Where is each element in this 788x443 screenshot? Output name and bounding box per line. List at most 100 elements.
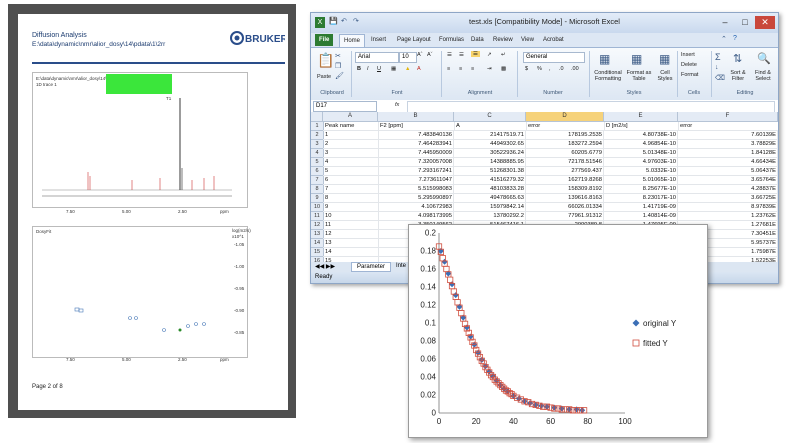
table-cell[interactable]: 5.01065E-10 [604, 176, 678, 185]
conditional-formatting-button[interactable]: Conditional Formatting [593, 70, 623, 82]
align-center-icon[interactable]: ≡ [459, 66, 462, 72]
sheet-tab-parameter[interactable]: Parameter [351, 262, 392, 272]
ribbon-minimize-icon[interactable]: ⌃ [721, 35, 727, 43]
shrink-font-icon[interactable]: Aˇ [427, 52, 433, 58]
align-left-icon[interactable]: ≡ [447, 66, 450, 72]
align-right-icon[interactable]: ≡ [471, 66, 474, 72]
table-cell[interactable]: 158309.8192 [526, 185, 604, 194]
table-cell[interactable]: 72178.51546 [526, 158, 604, 167]
column-header[interactable]: C [454, 112, 526, 122]
table-cell[interactable]: 4.10672983 [378, 203, 454, 212]
table-cell[interactable]: 1 [323, 131, 379, 140]
conditional-formatting-icon[interactable]: ▦ [599, 52, 610, 66]
delete-button[interactable]: Delete [681, 62, 697, 68]
name-box[interactable]: D17 [313, 101, 377, 112]
table-cell[interactable]: 139616.8163 [526, 194, 604, 203]
table-cell[interactable]: 51268301.38 [454, 167, 526, 176]
table-cell[interactable]: 7.320057008 [378, 158, 454, 167]
table-cell[interactable]: 8.23017E-10 [604, 194, 678, 203]
table-cell[interactable]: 5 [323, 167, 379, 176]
currency-icon[interactable]: $ [525, 66, 528, 72]
table-cell[interactable]: 48103833.28 [454, 185, 526, 194]
fill-color-icon[interactable]: ▲ [405, 66, 410, 72]
table-cell[interactable]: 10 [323, 212, 379, 221]
table-cell[interactable]: 4.66434E [678, 158, 778, 167]
table-cell[interactable]: 5.01348E-10 [604, 149, 678, 158]
fx-icon[interactable]: fx [395, 102, 399, 108]
table-cell[interactable]: D [m2/s] [604, 122, 679, 131]
table-cell[interactable]: 1.40814E-09 [604, 212, 678, 221]
find-select-button[interactable]: Find & Select [751, 70, 775, 82]
fill-icon[interactable]: ↓ [715, 64, 719, 71]
paste-button[interactable]: Paste [317, 74, 331, 80]
align-top-icon[interactable]: ☰ [447, 52, 452, 58]
autosum-icon[interactable]: Σ [715, 52, 721, 62]
table-cell[interactable]: 178195.2535 [526, 131, 604, 140]
column-header[interactable]: B [378, 112, 454, 122]
number-format-field[interactable]: General [523, 52, 585, 63]
table-cell[interactable]: 8.25677E-10 [604, 185, 678, 194]
increase-decimal-icon[interactable]: .0 [559, 66, 564, 72]
table-cell[interactable]: 5.515998083 [378, 185, 454, 194]
table-cell[interactable]: 2 [323, 140, 379, 149]
table-cell[interactable]: 3 [323, 149, 379, 158]
maximize-icon[interactable]: □ [735, 16, 755, 29]
clear-icon[interactable]: ⌫ [715, 74, 725, 82]
font-size-field[interactable]: 10 [399, 52, 417, 63]
table-cell[interactable]: 14388885.95 [454, 158, 526, 167]
merge-icon[interactable]: ▩ [501, 66, 506, 72]
sheet-nav-icon[interactable]: ◀◀ ▶▶ [315, 263, 335, 270]
cell-styles-icon[interactable]: ▦ [659, 52, 670, 66]
table-cell[interactable]: 11 [323, 221, 379, 230]
table-cell[interactable]: 4.28837E [678, 185, 778, 194]
table-cell[interactable]: Peak name [323, 122, 379, 131]
tab-insert[interactable]: Insert [367, 34, 390, 46]
table-cell[interactable]: 4.96854E-10 [604, 140, 678, 149]
table-cell[interactable]: 277569.437 [526, 167, 604, 176]
tab-home[interactable]: Home [339, 34, 366, 47]
sheet-tab-integrals[interactable]: Inte [393, 262, 409, 270]
minimize-icon[interactable]: – [715, 16, 735, 29]
tab-review[interactable]: Review [489, 34, 517, 46]
tab-acrobat[interactable]: Acrobat [539, 34, 568, 46]
insert-button[interactable]: Insert [681, 52, 695, 58]
table-cell[interactable]: 1.23762E [678, 212, 778, 221]
table-cell[interactable]: 5.0332E-10 [604, 167, 678, 176]
format-table-button[interactable]: Format as Table [625, 70, 653, 82]
table-cell[interactable]: 7.293167241 [378, 167, 454, 176]
orientation-icon[interactable]: ↗ [487, 52, 492, 58]
column-header[interactable]: E [604, 112, 678, 122]
table-cell[interactable]: 30522936.24 [454, 149, 526, 158]
table-cell[interactable]: 4 [323, 158, 379, 167]
font-color-icon[interactable]: A [417, 66, 421, 72]
paste-icon[interactable]: 📋 [317, 52, 334, 69]
table-cell[interactable]: 14 [323, 248, 379, 257]
comma-icon[interactable]: , [549, 66, 551, 72]
tab-view[interactable]: View [517, 34, 538, 46]
table-cell[interactable]: 9 [323, 203, 379, 212]
tab-formulas[interactable]: Formulas [435, 34, 468, 46]
column-header[interactable]: A [323, 112, 378, 122]
italic-button[interactable]: I [367, 66, 369, 72]
table-cell[interactable]: 66026.01334 [526, 203, 604, 212]
help-icon[interactable]: ? [733, 35, 737, 42]
indent-icon[interactable]: ⇥ [487, 66, 492, 72]
format-table-icon[interactable]: ▦ [631, 52, 642, 66]
table-cell[interactable]: 7.60139E [678, 131, 778, 140]
table-cell[interactable]: 4.098173995 [378, 212, 454, 221]
table-cell[interactable]: 15979842.14 [454, 203, 526, 212]
table-cell[interactable]: 1.84128E [678, 149, 778, 158]
column-header[interactable]: F [678, 112, 778, 122]
table-cell[interactable]: A [454, 122, 527, 131]
tab-page-layout[interactable]: Page Layout [393, 34, 435, 46]
cell-styles-button[interactable]: Cell Styles [655, 70, 675, 82]
scatter-chart[interactable]: 0 0.02 0.04 0.06 0.08 0.1 0.12 0.14 0.16 0.18 0.2 0… [408, 224, 708, 438]
table-cell[interactable]: 7.273611047 [378, 176, 454, 185]
percent-icon[interactable]: % [537, 66, 542, 72]
tab-data[interactable]: Data [467, 34, 488, 46]
table-cell[interactable]: 5.06437E [678, 167, 778, 176]
select-all-corner[interactable] [311, 112, 323, 122]
table-cell[interactable]: 44949302.65 [454, 140, 526, 149]
table-cell[interactable]: 1.41719E-09 [604, 203, 678, 212]
sort-icon[interactable]: ⇅ [733, 52, 742, 65]
